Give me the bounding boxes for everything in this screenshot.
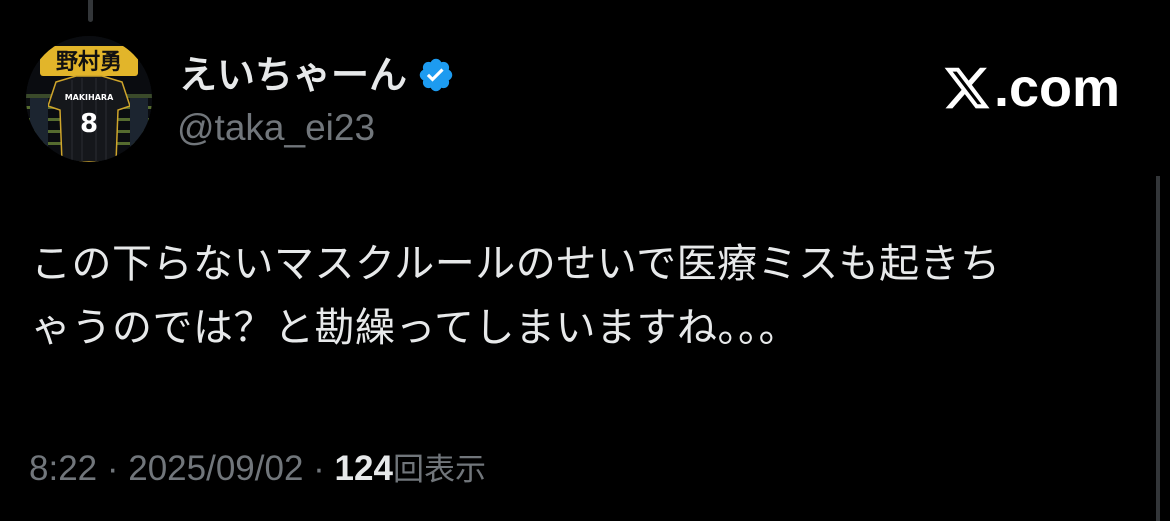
tweet-body: この下らないマスクルールのせいで医療ミスも起きち ゃうのでは？と勘繰ってしまいま… xyxy=(31,232,1131,360)
tweet-time[interactable]: 8:22 xyxy=(29,449,97,488)
author-name-row: えいちゃーん xyxy=(179,48,455,102)
tweet-date[interactable]: 2025/09/02 xyxy=(128,449,303,488)
meta-separator: · xyxy=(313,449,325,488)
views-label: 回表示 xyxy=(392,452,486,488)
brand-domain-text: .com xyxy=(993,58,1120,118)
brand-watermark: .com xyxy=(942,58,1120,118)
thread-connector-line xyxy=(88,0,93,22)
side-divider xyxy=(1156,176,1160,521)
author-handle[interactable]: @taka_ei23 xyxy=(177,106,375,150)
verified-badge-icon[interactable] xyxy=(417,56,455,94)
x-logo-icon xyxy=(942,63,992,113)
meta-separator: · xyxy=(106,449,119,488)
tweet-text-line-1: この下らないマスクルールのせいで医療ミスも起きち xyxy=(31,241,1001,287)
tweet-meta: 8:22 · 2025/09/02 · 124回表示 xyxy=(29,445,486,494)
tweet-text-line-2: ゃうのでは？と勘繰ってしまいますね。。。 xyxy=(31,305,799,351)
baseball-jersey-avatar: 野村勇 MAKIHARA 8 xyxy=(26,36,152,162)
avatar[interactable]: 野村勇 MAKIHARA 8 xyxy=(26,36,152,162)
views-count[interactable]: 124 xyxy=(335,449,393,488)
author-display-name[interactable]: えいちゃーん xyxy=(179,48,407,102)
avatar-jersey-number: 8 xyxy=(80,109,98,139)
avatar-banner-text: 野村勇 xyxy=(56,50,122,75)
avatar-jersey-name: MAKIHARA xyxy=(65,93,114,102)
